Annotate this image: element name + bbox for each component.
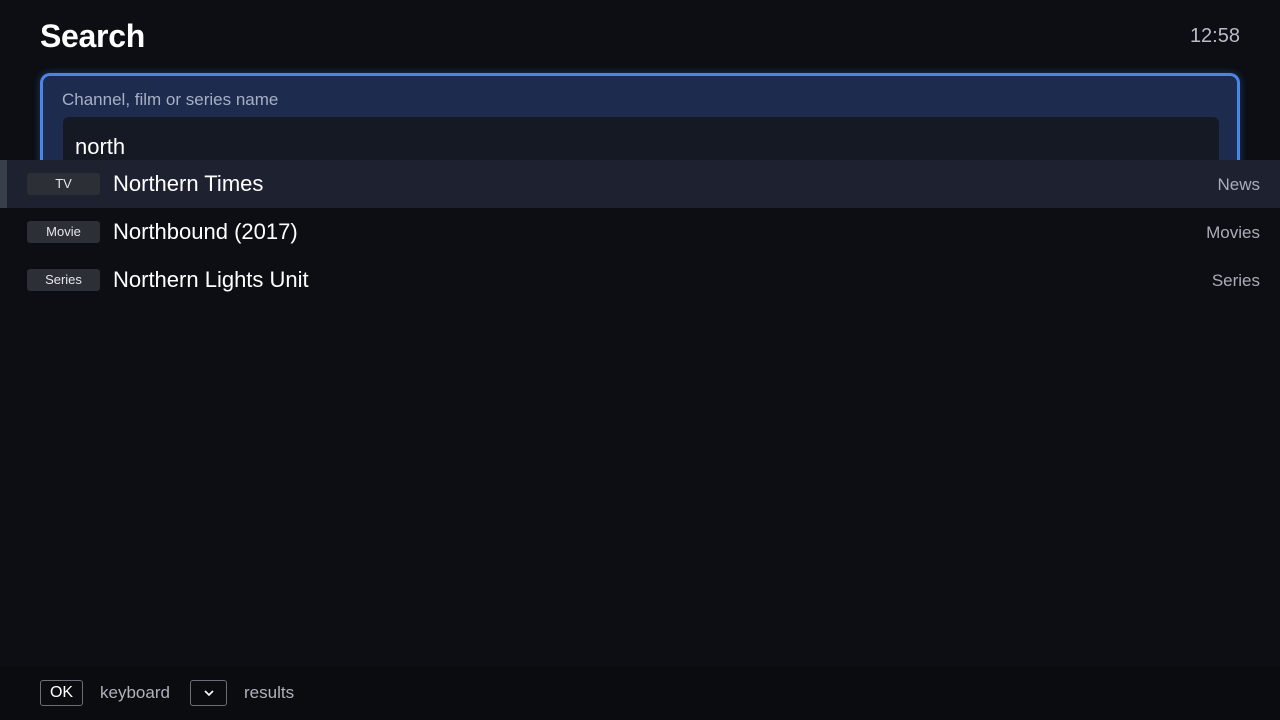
result-category: Series: [1211, 271, 1260, 290]
search-screen: Search 12:58 Channel, film or series nam…: [0, 0, 1280, 720]
type-badge: TV: [27, 173, 100, 195]
clock: 12:58: [1189, 25, 1240, 47]
result-title: Northbound (2017): [113, 219, 298, 244]
down-key-hint: [190, 680, 227, 706]
keyboard-hint-label: keyboard: [100, 683, 170, 702]
results-hint-label: results: [244, 683, 295, 702]
result-row-northern-times[interactable]: TV Northern Times News: [0, 160, 1280, 208]
ok-key-hint: OK: [40, 680, 83, 706]
search-panel[interactable]: Channel, film or series name: [40, 73, 1240, 177]
type-badge: Series: [27, 269, 100, 291]
footer-hints: OK keyboard results: [0, 667, 1280, 720]
result-title: Northern Times: [113, 171, 264, 196]
type-badge: Movie: [27, 221, 100, 243]
search-label: Channel, film or series name: [62, 90, 279, 109]
page-title: Search: [40, 18, 145, 54]
result-title: Northern Lights Unit: [113, 267, 309, 292]
chevron-down-icon: [203, 690, 214, 697]
result-category: News: [1217, 175, 1260, 194]
result-category: Movies: [1206, 223, 1260, 242]
results-list: TV Northern Times News Movie Northbound …: [0, 160, 1280, 304]
result-row-northbound[interactable]: Movie Northbound (2017) Movies: [0, 208, 1280, 256]
result-row-northern-lights-unit[interactable]: Series Northern Lights Unit Series: [0, 256, 1280, 304]
